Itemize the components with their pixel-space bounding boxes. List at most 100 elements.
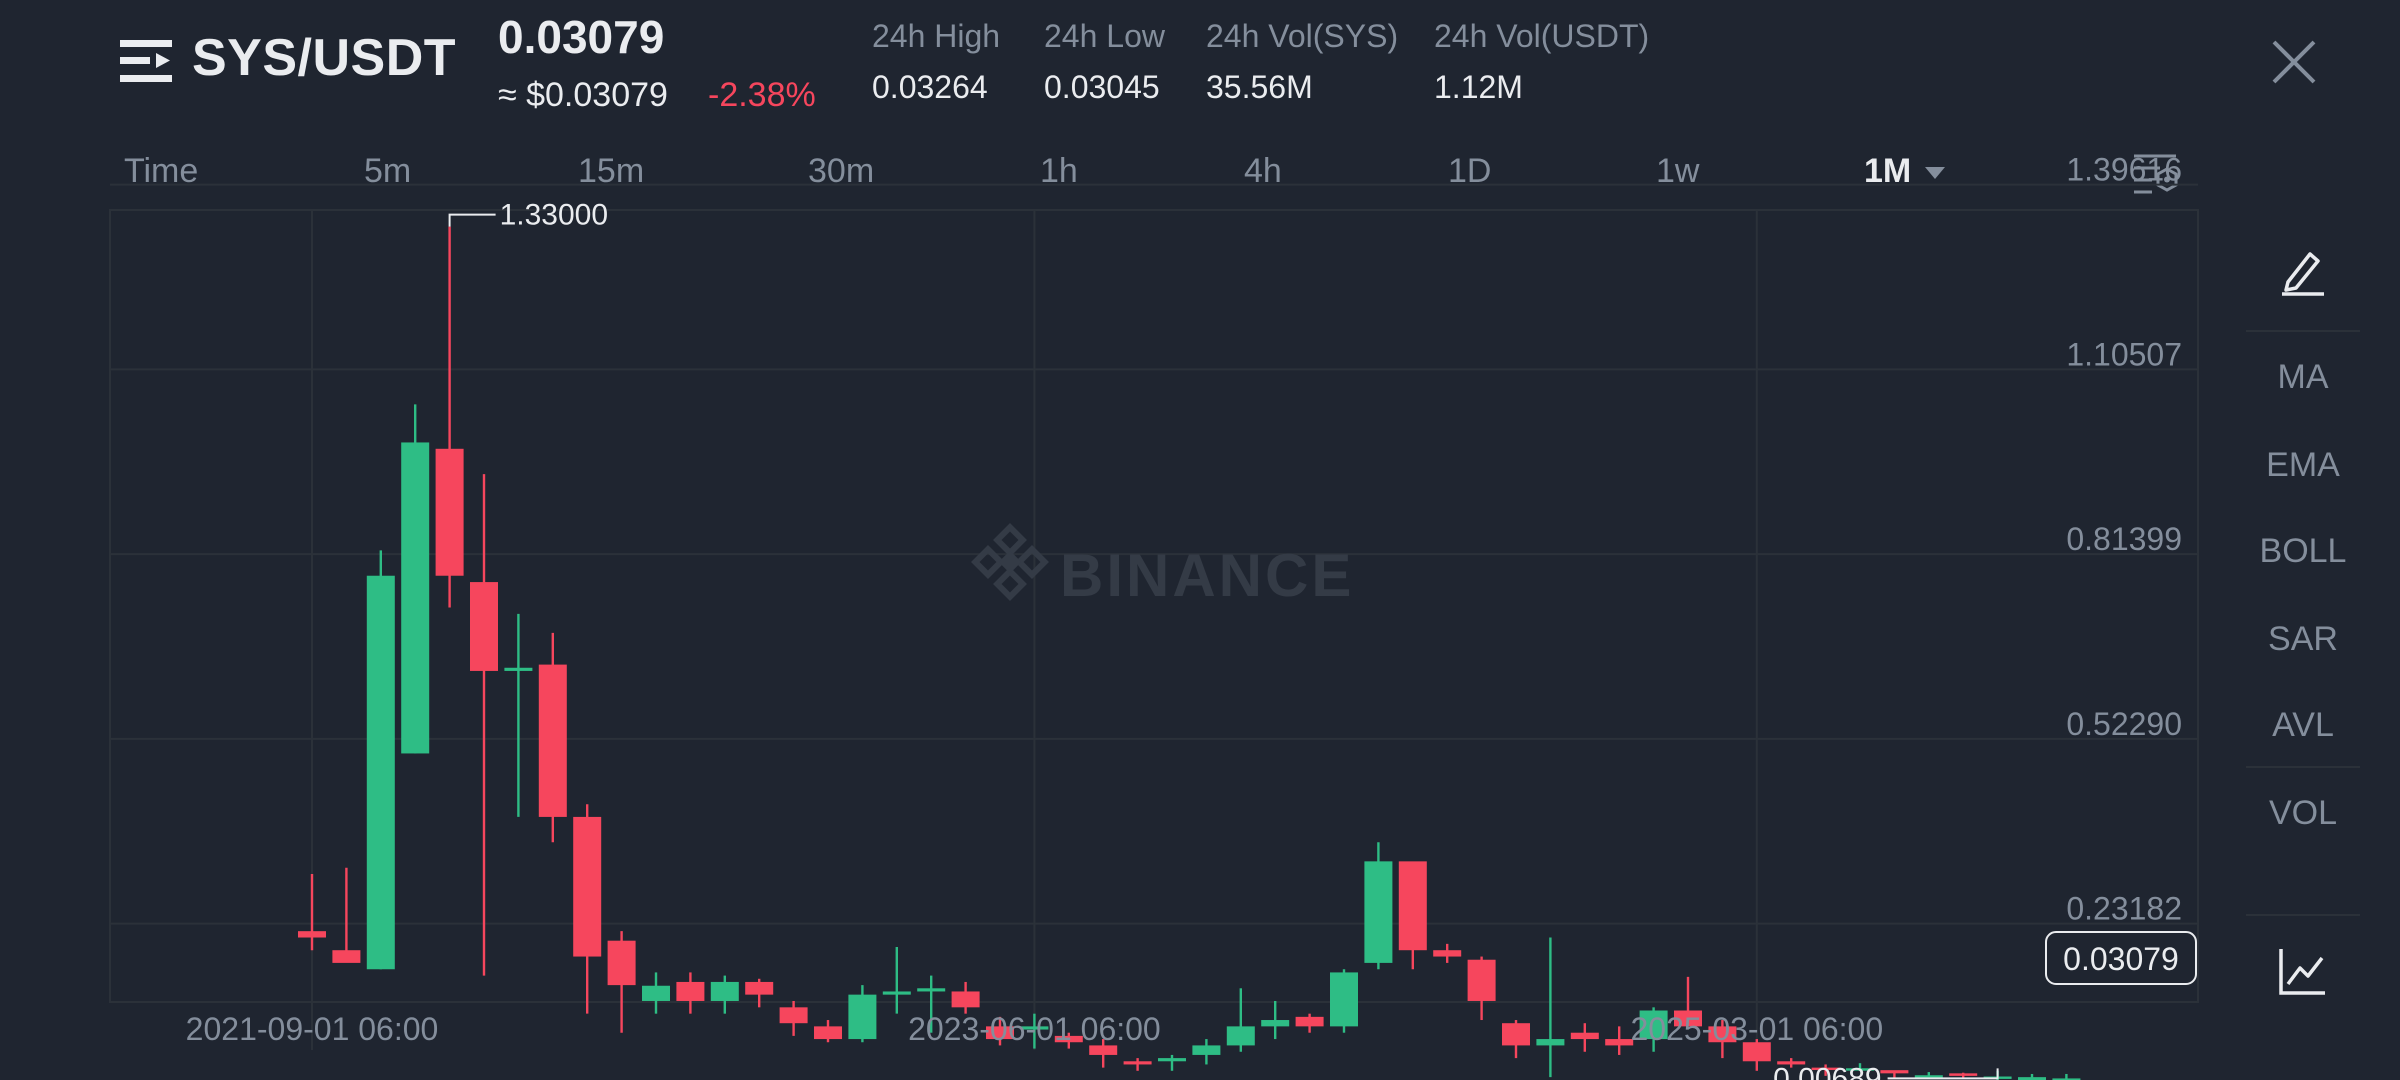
high-marker-line [448, 213, 496, 227]
candle [1123, 1058, 1152, 1071]
candle-body [470, 582, 498, 671]
candle [573, 804, 602, 1014]
candle [1433, 943, 1462, 963]
price-markers: 1.33000 0.00689 0.03079 [448, 199, 2197, 1080]
candle [1330, 969, 1358, 1033]
candle-body [710, 981, 739, 1001]
candle-body [1295, 1016, 1324, 1027]
close-icon[interactable] [2266, 34, 2322, 90]
candle-body [332, 950, 361, 963]
low-marker-label: 0.00689 [1773, 1062, 1881, 1080]
candle [642, 972, 670, 1014]
candle-body [1398, 861, 1427, 951]
tool-boll[interactable]: BOLL [2246, 532, 2360, 571]
candle [470, 474, 498, 976]
indicator-panel: MA EMA BOLL SAR AVL VOL [2246, 210, 2360, 1080]
candle-body [779, 1007, 808, 1024]
candle-body [1467, 959, 1496, 1001]
y-axis-label: 0.81399 [2066, 521, 2182, 557]
candle [951, 981, 980, 1014]
tool-avl[interactable]: AVL [2246, 706, 2360, 745]
candle [2052, 1073, 2081, 1080]
logo-diamond [993, 523, 1027, 557]
candle-body [1364, 861, 1393, 963]
candle [1536, 937, 1565, 1078]
candle [1880, 1070, 1909, 1079]
candle-body [882, 991, 911, 995]
candle-body [298, 931, 326, 938]
tool-ema[interactable]: EMA [2246, 446, 2360, 485]
candle-body [1433, 950, 1462, 957]
pencil-icon[interactable] [2278, 246, 2328, 296]
divider [2246, 766, 2360, 768]
candle-body [1949, 1073, 1978, 1076]
tool-ma[interactable]: MA [2246, 358, 2360, 397]
candle-body [814, 1026, 842, 1040]
divider [2246, 914, 2360, 916]
y-axis-label: 1.10507 [2066, 336, 2182, 372]
watermark-text: BINANCE [1060, 542, 1354, 609]
candle-body [951, 991, 980, 1008]
candle-body [745, 981, 774, 995]
candle [2018, 1073, 2046, 1080]
x-axis-label: 2023-06-01 06:00 [908, 1011, 1161, 1047]
candle [745, 978, 774, 1008]
candle-body [848, 994, 877, 1040]
candle [1398, 861, 1427, 970]
candle [366, 550, 395, 970]
candle [401, 404, 430, 754]
candle [1605, 1026, 1634, 1055]
logo-diamond [1015, 545, 1049, 579]
candle [882, 947, 911, 1014]
candle-body [1226, 1026, 1255, 1046]
x-axis-label: 2025-03-01 06:00 [1630, 1011, 1883, 1047]
candle [1949, 1072, 1978, 1078]
candle [1158, 1054, 1186, 1071]
candle-body [1158, 1058, 1186, 1062]
y-axis-labels: 1.39616 1.10507 0.81399 0.52290 0.23182 [2066, 152, 2182, 927]
candle-body [1570, 1032, 1599, 1040]
y-axis-label: 0.52290 [2066, 706, 2182, 742]
candle-body [1192, 1045, 1221, 1055]
y-axis-label: 1.39616 [2066, 152, 2182, 188]
candle [779, 1000, 808, 1036]
high-marker-label: 1.33000 [500, 199, 608, 232]
candle-body [1605, 1039, 1634, 1046]
divider [2246, 330, 2360, 332]
candle [332, 867, 361, 963]
candle-body [573, 816, 602, 957]
candle-body [1330, 972, 1358, 1027]
candle-body [1914, 1075, 1943, 1078]
candle [1261, 1000, 1290, 1040]
candle-body [366, 575, 395, 970]
candle-body [1536, 1039, 1565, 1046]
candle-body [676, 981, 705, 1001]
candle-body [504, 667, 533, 671]
tool-sar[interactable]: SAR [2246, 620, 2360, 659]
candle [1467, 956, 1496, 1021]
candle-body [1880, 1070, 1909, 1074]
candle [298, 874, 326, 951]
tool-vol[interactable]: VOL [2246, 794, 2360, 833]
logo-diamond [993, 567, 1027, 601]
candle [435, 226, 464, 608]
last-price-label: 0.03079 [2063, 941, 2179, 977]
candle-body [607, 940, 636, 986]
candle-body [401, 442, 430, 754]
candle [1192, 1039, 1221, 1065]
candle [1570, 1023, 1599, 1052]
candle [1226, 988, 1255, 1052]
candle [1502, 1020, 1530, 1059]
candle [504, 613, 533, 817]
logo-diamond [971, 545, 1005, 579]
candle [814, 1020, 842, 1043]
candle-body [435, 448, 464, 576]
line-chart-icon[interactable] [2278, 946, 2328, 996]
candle [848, 985, 877, 1043]
candle-body [1261, 1020, 1290, 1027]
candle [538, 632, 567, 843]
candlestick-chart[interactable]: BINANCE 1.39616 1.10507 0.81399 0.52290 0.23… [0, 0, 2200, 1080]
candle [1364, 842, 1393, 970]
candle [1295, 1013, 1324, 1033]
candles [298, 226, 2081, 1080]
